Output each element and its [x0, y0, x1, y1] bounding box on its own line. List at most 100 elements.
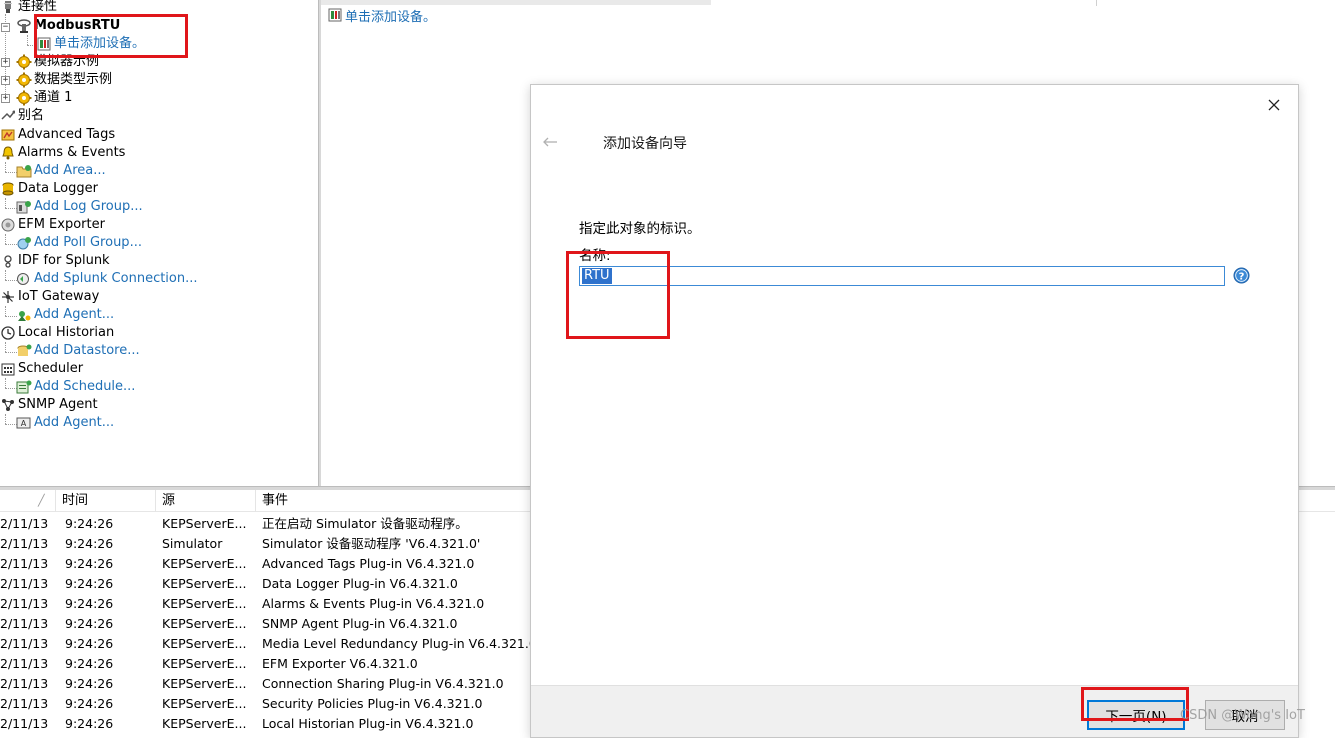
- column-header-date[interactable]: ╱: [0, 490, 56, 512]
- tree-node-label: Alarms & Events: [18, 145, 126, 160]
- tree-node-add-agent-snmp[interactable]: A Add Agent...: [16, 414, 114, 432]
- collapse-toggle[interactable]: −: [1, 23, 10, 32]
- tree-node-connectivity[interactable]: 连接性: [0, 0, 57, 16]
- tree-node-add-agent-iot[interactable]: Add Agent...: [16, 306, 114, 324]
- log-cell-event: Data Logger Plug-in V6.4.321.0: [262, 576, 458, 591]
- tree-node-add-device[interactable]: 单击添加设备。: [36, 35, 145, 53]
- tree-line: [5, 162, 6, 172]
- column-header-source[interactable]: 源: [156, 490, 256, 512]
- log-cell-time: 9:24:26: [65, 636, 114, 651]
- tree-node-label: Add Schedule...: [34, 379, 136, 394]
- column-divider: [1096, 0, 1097, 6]
- tree-node-label: Add Area...: [34, 163, 106, 178]
- tree-line: [5, 378, 6, 388]
- log-cell-time: 9:24:26: [65, 676, 114, 691]
- project-tree[interactable]: 连接性 − ModbusRTU 单击添加设备。 + 模拟器示例 + 数据类型示例…: [0, 0, 318, 486]
- tree-node-add-area[interactable]: Add Area...: [16, 162, 106, 180]
- close-button[interactable]: [1262, 93, 1286, 117]
- tree-node-advanced-tags[interactable]: Advanced Tags: [0, 126, 115, 144]
- device-name-input[interactable]: [579, 266, 1225, 286]
- log-cell-event: Advanced Tags Plug-in V6.4.321.0: [262, 556, 475, 571]
- tree-node-label: Add Agent...: [34, 307, 115, 322]
- tree-node-iot-gateway[interactable]: IoT Gateway: [0, 288, 99, 306]
- log-cell-event: Connection Sharing Plug-in V6.4.321.0: [262, 676, 504, 691]
- add-device-link[interactable]: 单击添加设备。: [327, 6, 436, 25]
- tree-node-add-schedule[interactable]: Add Schedule...: [16, 378, 135, 396]
- expand-toggle[interactable]: +: [1, 58, 10, 67]
- tree-node-label: 别名: [18, 108, 45, 123]
- log-cell-source: KEPServerE...: [162, 516, 247, 531]
- svg-text:?: ?: [1239, 271, 1245, 282]
- log-cell-source: KEPServerE...: [162, 596, 247, 611]
- tree-node-label: Add Datastore...: [34, 343, 140, 358]
- log-cell-source: KEPServerE...: [162, 576, 247, 591]
- help-button[interactable]: ?: [1233, 267, 1250, 284]
- tree-line: [5, 414, 6, 424]
- splunk-connection-add-icon: [16, 271, 32, 287]
- tree-node-simulator-examples[interactable]: 模拟器示例: [16, 53, 99, 71]
- tree-node-label: EFM Exporter: [18, 217, 105, 232]
- expand-toggle[interactable]: +: [1, 76, 10, 85]
- log-cell-time: 9:24:26: [65, 576, 114, 591]
- tree-line: [5, 234, 6, 244]
- tree-node-data-logger[interactable]: Data Logger: [0, 180, 98, 198]
- log-cell-date: 2/11/13: [0, 696, 49, 711]
- log-cell-event: Media Level Redundancy Plug-in V6.4.321.…: [262, 636, 537, 651]
- log-group-add-icon: [16, 199, 32, 215]
- tree-node-alarms-events[interactable]: Alarms & Events: [0, 144, 125, 162]
- tree-node-scheduler[interactable]: Scheduler: [0, 360, 83, 378]
- log-cell-event: SNMP Agent Plug-in V6.4.321.0: [262, 616, 458, 631]
- tree-node-add-log-group[interactable]: Add Log Group...: [16, 198, 143, 216]
- tree-node-add-datastore[interactable]: Add Datastore...: [16, 342, 140, 360]
- tree-node-idf-splunk[interactable]: IDF for Splunk: [0, 252, 110, 270]
- tree-node-data-type-examples[interactable]: 数据类型示例: [16, 71, 112, 89]
- bell-icon: [0, 145, 16, 161]
- tree-node-label: Scheduler: [18, 361, 84, 376]
- tree-line: [27, 35, 28, 45]
- log-cell-date: 2/11/13: [0, 716, 49, 731]
- log-cell-event: Local Historian Plug-in V6.4.321.0: [262, 716, 474, 731]
- help-icon: ?: [1233, 267, 1250, 284]
- folder-add-icon: [16, 163, 32, 179]
- tree-node-local-historian[interactable]: Local Historian: [0, 324, 114, 342]
- channel-icon: [16, 18, 32, 34]
- tree-node-add-poll-group[interactable]: Add Poll Group...: [16, 234, 142, 252]
- back-arrow-icon: [543, 137, 557, 147]
- splunk-icon: [0, 253, 16, 269]
- tree-node-aliases[interactable]: 别名: [0, 107, 44, 125]
- agent-add-icon: A: [16, 415, 32, 431]
- log-cell-source: KEPServerE...: [162, 616, 247, 631]
- column-header-time[interactable]: 时间: [56, 490, 156, 512]
- tree-node-channel1[interactable]: 通道 1: [16, 89, 72, 107]
- gear-icon: [16, 90, 32, 106]
- tree-node-add-splunk-connection[interactable]: Add Splunk Connection...: [16, 270, 198, 288]
- column-header-event[interactable]: 事件: [256, 490, 556, 512]
- tree-node-efm-exporter[interactable]: EFM Exporter: [0, 216, 105, 234]
- tree-node-label: Add Poll Group...: [34, 235, 142, 250]
- tree-node-label: 数据类型示例: [34, 72, 113, 87]
- wizard-title: 添加设备向导: [603, 136, 687, 152]
- log-cell-source: KEPServerE...: [162, 556, 247, 571]
- log-cell-event: Alarms & Events Plug-in V6.4.321.0: [262, 596, 485, 611]
- log-cell-date: 2/11/13: [0, 676, 49, 691]
- sort-icon: ╱: [38, 494, 45, 507]
- tree-node-modbusrtu[interactable]: ModbusRTU: [16, 17, 120, 35]
- next-button[interactable]: 下一页(N): [1087, 700, 1185, 730]
- tree-node-label: Add Agent...: [34, 415, 115, 430]
- tree-node-label: 单击添加设备。: [54, 36, 146, 51]
- tree-node-snmp-agent[interactable]: SNMP Agent: [0, 396, 98, 414]
- detail-header-strip: [321, 0, 711, 5]
- gear-icon: [16, 72, 32, 88]
- log-cell-time: 9:24:26: [65, 716, 114, 731]
- log-cell-time: 9:24:26: [65, 596, 114, 611]
- log-cell-date: 2/11/13: [0, 596, 49, 611]
- add-device-icon: [36, 36, 52, 52]
- tree-node-label: ModbusRTU: [34, 18, 121, 33]
- tree-line: [5, 342, 6, 352]
- svg-text:A: A: [21, 419, 27, 428]
- log-cell-date: 2/11/13: [0, 636, 49, 651]
- expand-toggle[interactable]: +: [1, 94, 10, 103]
- alias-icon: [0, 108, 16, 124]
- back-button[interactable]: [539, 131, 561, 153]
- database-icon: [0, 181, 16, 197]
